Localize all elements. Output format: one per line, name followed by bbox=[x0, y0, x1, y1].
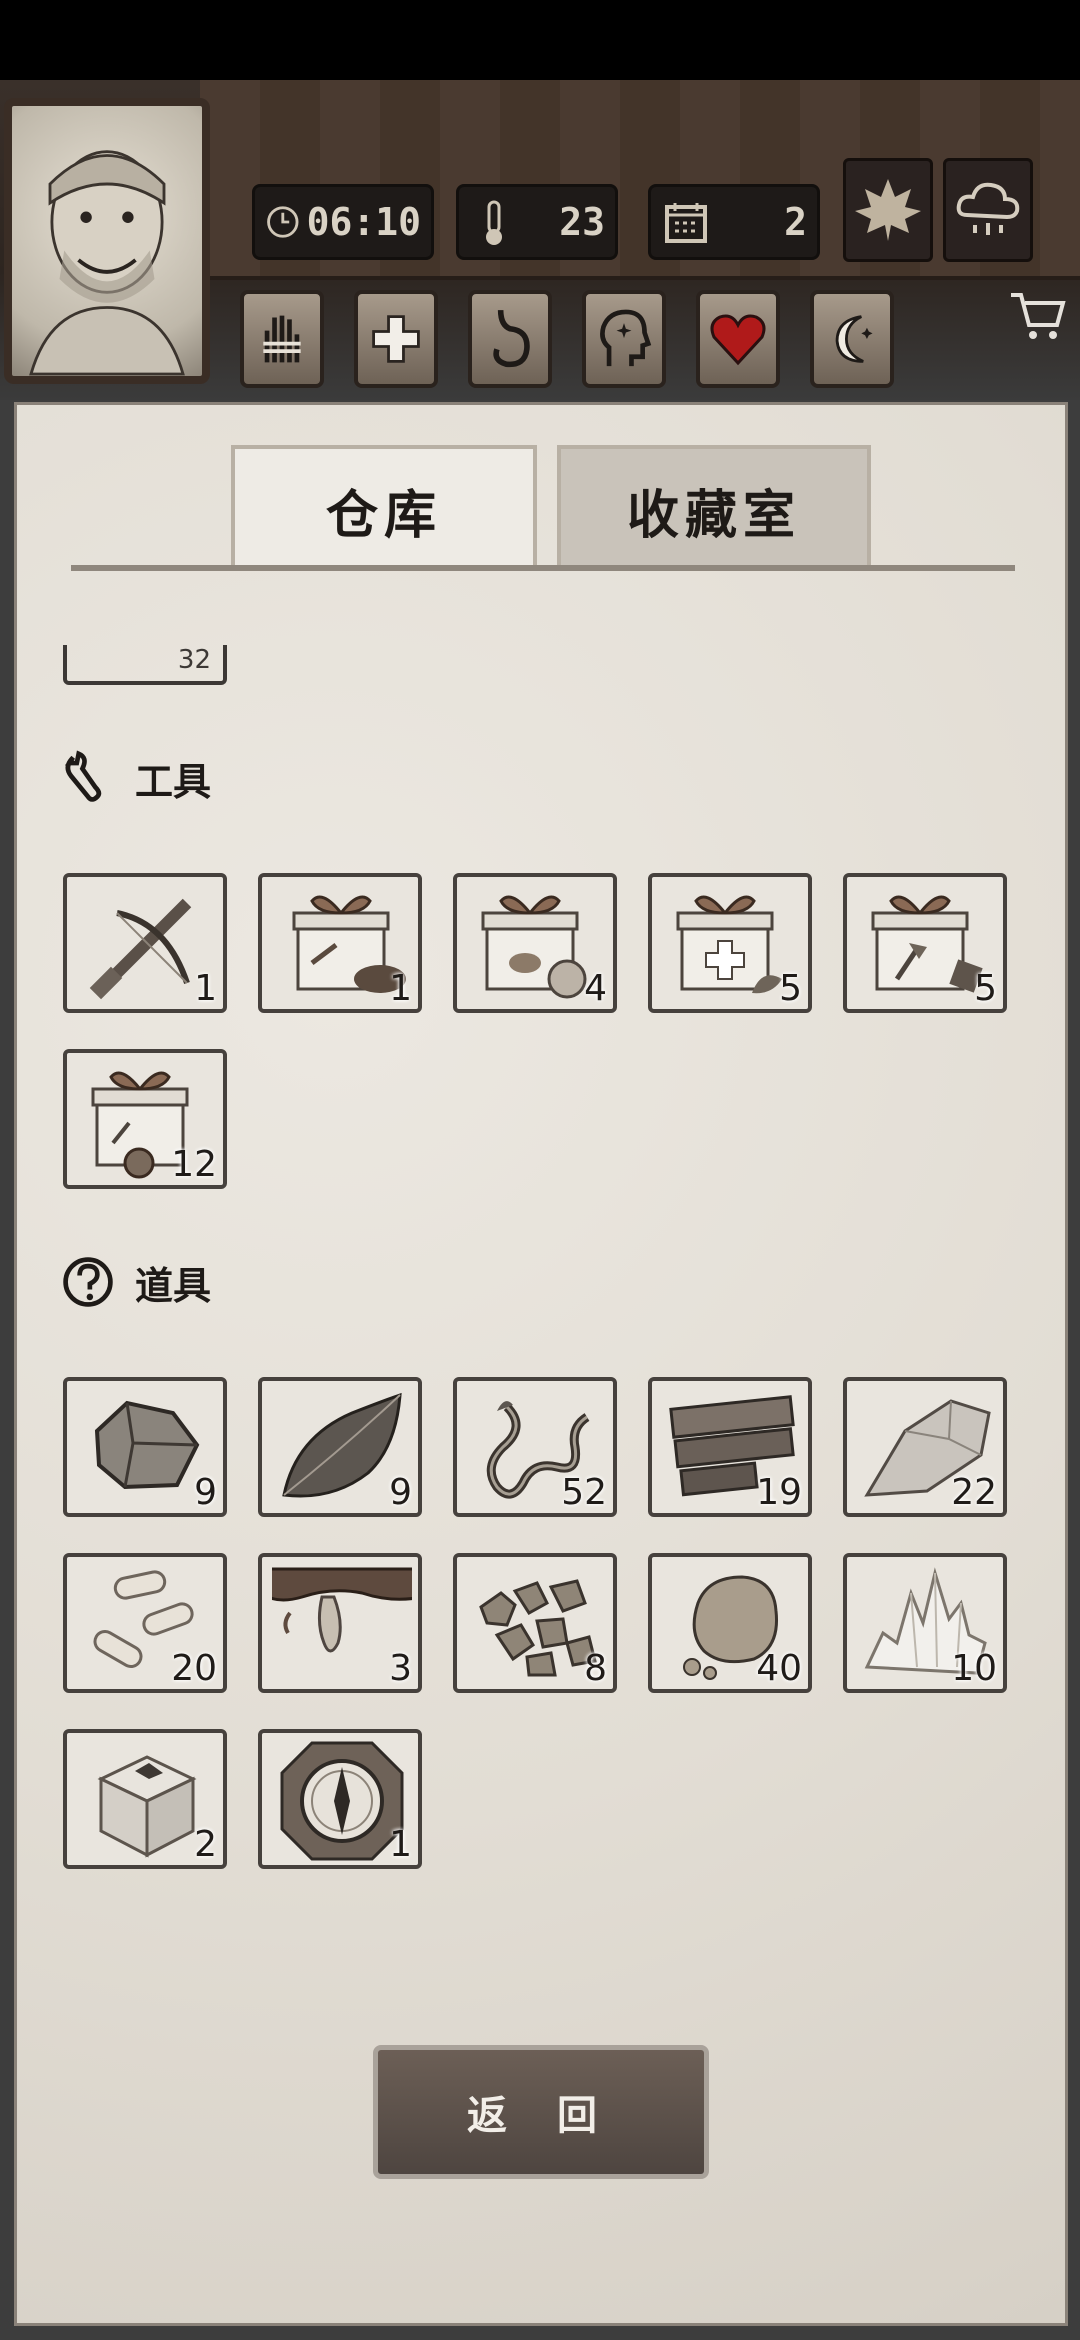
item-slot-gift-box-logs[interactable]: 12 bbox=[63, 1049, 227, 1189]
character-face-icon bbox=[29, 150, 185, 376]
item-slot-planks[interactable]: 19 bbox=[648, 1377, 812, 1517]
needs-bar bbox=[240, 290, 894, 388]
time-value: 06:10 bbox=[306, 200, 421, 244]
item-qty: 9 bbox=[194, 1472, 217, 1513]
status-bar bbox=[0, 0, 1080, 80]
head-sparkle-icon bbox=[600, 309, 652, 367]
item-slot-crystal[interactable]: 10 bbox=[843, 1553, 1007, 1693]
tools-grid: 1 1 4 5 5 12 bbox=[63, 873, 1007, 1189]
item-slot-crate[interactable]: 2 bbox=[63, 1729, 227, 1869]
top-hud: 06:10 23 2 bbox=[0, 80, 1080, 400]
stomach-icon bbox=[493, 309, 530, 368]
character-portrait[interactable] bbox=[4, 98, 210, 384]
item-qty: 12 bbox=[171, 1144, 217, 1185]
tab-divider bbox=[71, 565, 1015, 571]
item-qty: 10 bbox=[951, 1648, 997, 1689]
item-slot-gift-box-food[interactable]: 4 bbox=[453, 873, 617, 1013]
item-qty: 1 bbox=[389, 1824, 412, 1865]
item-slot-compass[interactable]: 1 bbox=[258, 1729, 422, 1869]
item-qty: 40 bbox=[756, 1648, 802, 1689]
item-qty: 2 bbox=[194, 1824, 217, 1865]
item-qty: 1 bbox=[389, 968, 412, 1009]
item-slot-resin[interactable]: 3 bbox=[258, 1553, 422, 1693]
tab-collection[interactable]: 收藏室 bbox=[557, 445, 871, 571]
item-qty: 52 bbox=[561, 1472, 607, 1513]
item-slot-gift-box-axe[interactable]: 5 bbox=[843, 873, 1007, 1013]
item-slot-stone[interactable]: 9 bbox=[63, 1377, 227, 1517]
heart-icon bbox=[710, 314, 766, 366]
partial-item-qty: 32 bbox=[177, 645, 211, 675]
maple-leaf-icon bbox=[855, 179, 921, 241]
weather-indicator[interactable] bbox=[943, 158, 1033, 262]
tab-warehouse[interactable]: 仓库 bbox=[231, 445, 537, 571]
rain-cloud-icon bbox=[956, 182, 1020, 235]
partial-item-slot[interactable]: 32 bbox=[63, 645, 227, 685]
shop-button[interactable] bbox=[1000, 280, 1074, 354]
need-sleep[interactable] bbox=[810, 290, 894, 388]
props-grid: 9 9 52 19 22 20 3 8 40 10 2 1 bbox=[63, 1377, 1007, 1869]
need-hunger[interactable] bbox=[468, 290, 552, 388]
question-icon bbox=[59, 1253, 117, 1311]
need-injury[interactable] bbox=[240, 290, 324, 388]
inventory-panel: 仓库 收藏室 32 工具 1 1 4 5 5 12 道具 9 9 52 19 2… bbox=[14, 402, 1068, 2326]
item-slot-crossbow[interactable]: 1 bbox=[63, 873, 227, 1013]
item-slot-bone-pieces[interactable]: 20 bbox=[63, 1553, 227, 1693]
calendar-icon bbox=[665, 203, 707, 243]
cart-icon bbox=[1011, 293, 1066, 339]
need-mood[interactable] bbox=[696, 290, 780, 388]
item-qty: 19 bbox=[756, 1472, 802, 1513]
need-health[interactable] bbox=[354, 290, 438, 388]
item-slot-clay-lump[interactable]: 40 bbox=[648, 1553, 812, 1693]
temperature-value: 23 bbox=[559, 200, 605, 244]
day-display: 2 bbox=[648, 184, 820, 260]
tools-section-header: 工具 bbox=[59, 749, 211, 807]
item-slot-vine[interactable]: 52 bbox=[453, 1377, 617, 1517]
need-sanity[interactable] bbox=[582, 290, 666, 388]
tools-section-title: 工具 bbox=[135, 758, 212, 804]
time-display: 06:10 bbox=[252, 184, 434, 260]
item-qty: 9 bbox=[389, 1472, 412, 1513]
item-slot-leaf[interactable]: 9 bbox=[258, 1377, 422, 1517]
item-slot-flint[interactable]: 22 bbox=[843, 1377, 1007, 1517]
item-qty: 4 bbox=[584, 968, 607, 1009]
item-qty: 3 bbox=[389, 1648, 412, 1689]
thermometer-icon bbox=[486, 200, 502, 245]
item-qty: 5 bbox=[779, 968, 802, 1009]
props-section-header: 道具 bbox=[59, 1253, 211, 1311]
item-qty: 5 bbox=[974, 968, 997, 1009]
item-qty: 20 bbox=[171, 1648, 217, 1689]
bandaged-hand-icon bbox=[263, 315, 301, 363]
medical-cross-icon bbox=[372, 315, 420, 363]
season-indicator[interactable] bbox=[843, 158, 933, 262]
back-button[interactable]: 返 回 bbox=[373, 2045, 709, 2179]
item-slot-gift-box-wood[interactable]: 1 bbox=[258, 873, 422, 1013]
item-slot-gift-box-medical[interactable]: 5 bbox=[648, 873, 812, 1013]
moon-icon bbox=[835, 315, 873, 363]
item-qty: 1 bbox=[194, 968, 217, 1009]
item-qty: 22 bbox=[951, 1472, 997, 1513]
item-slot-ore-nuggets[interactable]: 8 bbox=[453, 1553, 617, 1693]
temperature-display: 23 bbox=[456, 184, 618, 260]
item-qty: 8 bbox=[584, 1648, 607, 1689]
clock-icon bbox=[267, 206, 299, 238]
wrench-icon bbox=[59, 749, 117, 807]
props-section-title: 道具 bbox=[135, 1262, 212, 1308]
day-value: 2 bbox=[784, 200, 807, 244]
